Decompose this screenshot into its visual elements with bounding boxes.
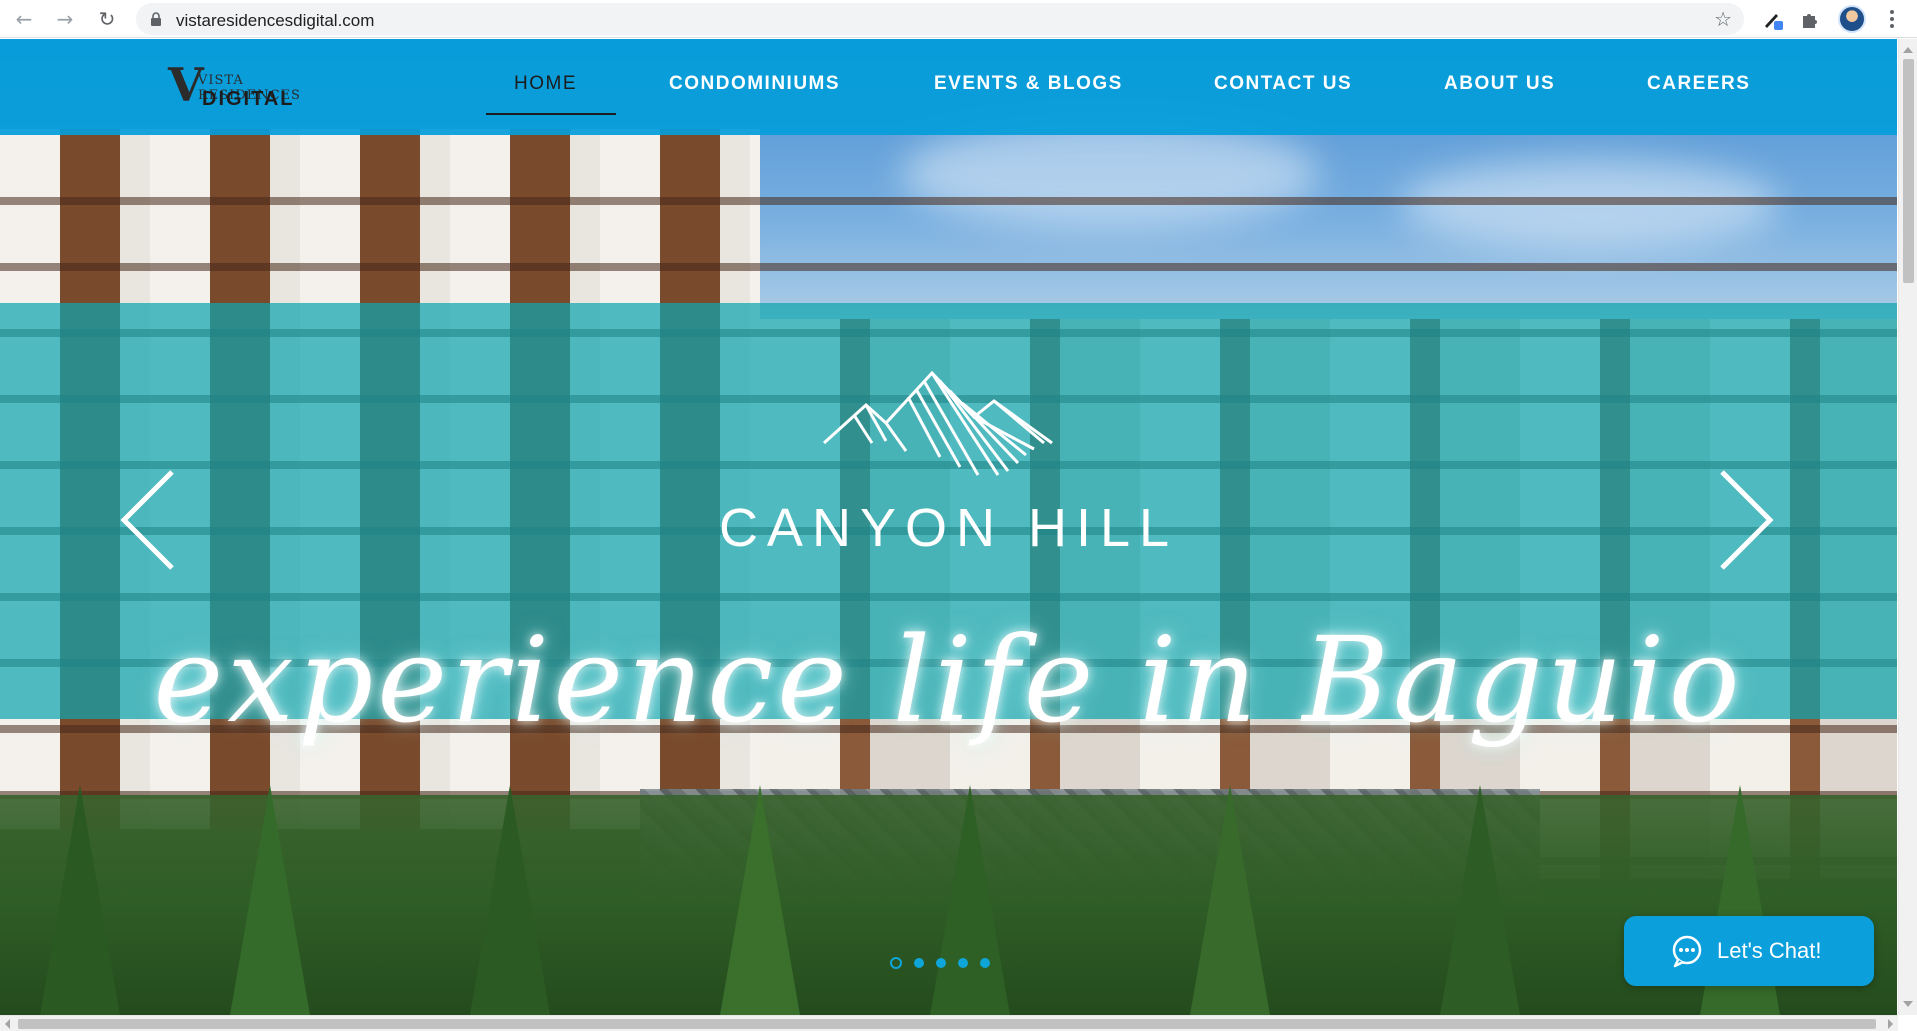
vertical-scrollbar[interactable] xyxy=(1898,39,1917,1015)
reload-icon[interactable]: ↻ xyxy=(95,7,119,31)
browser-toolbar: ← → ↻ vistaresidencesdigital.com ☆ xyxy=(0,0,1917,38)
scroll-right-arrow[interactable] xyxy=(1888,1019,1893,1029)
mountain-logo-icon xyxy=(822,371,1053,476)
hero-tagline: experience life in Baguio xyxy=(153,611,1744,749)
slider-dot-2[interactable] xyxy=(914,958,924,968)
web-page: CANYON HILL experience life in Baguio V … xyxy=(0,39,1897,1015)
puzzle-icon[interactable] xyxy=(1797,7,1823,33)
slider-dot-1[interactable] xyxy=(890,957,902,969)
profile-avatar[interactable] xyxy=(1838,5,1866,33)
menu-dots-icon[interactable] xyxy=(1882,6,1902,32)
nav-contact-us[interactable]: CONTACT US xyxy=(1214,73,1352,95)
nav-condominiums[interactable]: CONDOMINIUMS xyxy=(669,73,840,95)
forward-arrow-icon[interactable]: → xyxy=(53,7,77,31)
project-title: CANYON HILL xyxy=(718,498,1179,558)
back-arrow-icon[interactable]: ← xyxy=(12,7,36,31)
slider-dot-3[interactable] xyxy=(936,958,946,968)
horizontal-scroll-thumb[interactable] xyxy=(18,1019,1876,1029)
site-header: V VISTA RESIDENCES DIGITAL HOME CONDOMIN… xyxy=(0,39,1897,135)
horizontal-scrollbar[interactable] xyxy=(0,1015,1898,1031)
star-icon[interactable]: ☆ xyxy=(1714,7,1732,31)
chat-bubble-icon xyxy=(1672,935,1702,968)
vertical-scroll-thumb[interactable] xyxy=(1903,59,1914,283)
pen-extension-icon[interactable] xyxy=(1760,7,1786,33)
address-bar[interactable]: vistaresidencesdigital.com ☆ xyxy=(136,3,1744,35)
nav-events-blogs[interactable]: EVENTS & BLOGS xyxy=(934,73,1123,95)
lock-icon[interactable] xyxy=(150,12,162,26)
site-logo[interactable]: V VISTA RESIDENCES DIGITAL xyxy=(168,61,316,113)
chat-label: Let's Chat! xyxy=(1717,938,1822,963)
url-text[interactable]: vistaresidencesdigital.com xyxy=(176,11,374,31)
chat-button[interactable]: Let's Chat! xyxy=(1624,916,1874,986)
nav-home[interactable]: HOME xyxy=(514,73,577,95)
scroll-up-arrow[interactable] xyxy=(1903,47,1913,53)
nav-active-underline xyxy=(486,113,616,115)
slider-dot-5[interactable] xyxy=(980,958,990,968)
scroll-left-arrow[interactable] xyxy=(5,1019,10,1029)
nav-careers[interactable]: CAREERS xyxy=(1647,73,1750,95)
nav-about-us[interactable]: ABOUT US xyxy=(1444,73,1555,95)
slider-dot-4[interactable] xyxy=(958,958,968,968)
scroll-down-arrow[interactable] xyxy=(1903,1001,1913,1007)
logo-big-text: DIGITAL xyxy=(202,88,295,110)
slider-dots xyxy=(890,957,1000,969)
